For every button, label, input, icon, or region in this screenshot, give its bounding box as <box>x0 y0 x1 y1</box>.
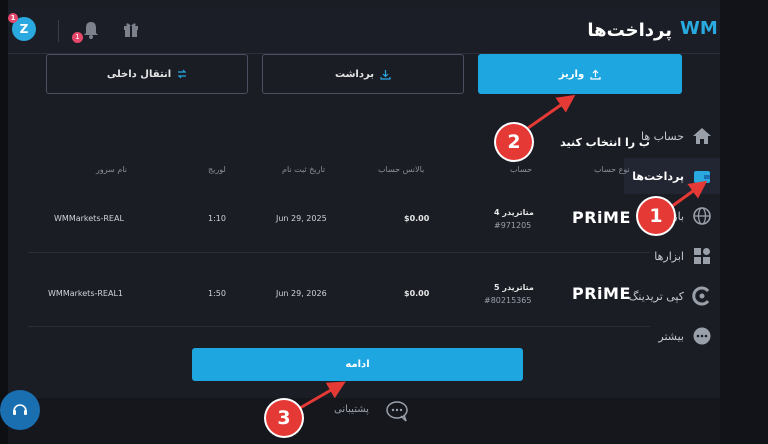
support-chat-icon[interactable] <box>384 400 410 422</box>
deposit-label: واریز <box>558 68 585 80</box>
withdraw-button[interactable]: برداشت <box>262 54 464 94</box>
sidebar-item-payments[interactable]: پرداخت‌ها <box>624 158 720 194</box>
step-marker-1: 1 <box>638 198 674 234</box>
notification-badge: 1 <box>72 32 83 43</box>
page-title: پرداخت‌ها <box>587 20 672 41</box>
wallet-icon <box>694 171 710 183</box>
deposit-button[interactable]: واریز <box>478 54 682 94</box>
brand-prime: PRiME <box>572 284 631 303</box>
account-number: #80215365 <box>484 296 532 305</box>
withdraw-label: برداشت <box>335 68 374 80</box>
sidebar-item-label: کپی تریدینگ <box>628 289 684 303</box>
header-balance: بالانس حساب <box>378 165 425 174</box>
header-account: حساب <box>510 165 533 174</box>
sidebar-item-tools[interactable]: ابزارها <box>610 238 720 274</box>
server-value: WMMarkets-REAL1 <box>48 289 123 298</box>
platform-name: متاتریدر 4 <box>494 208 534 217</box>
bell-icon[interactable] <box>82 20 100 40</box>
account-number: #971205 <box>494 221 532 230</box>
header-account-type: نوع حساب <box>594 165 630 174</box>
sidebar-item-more[interactable]: بیشتر <box>610 318 720 354</box>
right-edge <box>720 0 768 444</box>
copy-trading-icon <box>692 286 710 306</box>
brand-logo[interactable]: WM <box>680 18 718 42</box>
platform-name: متاتریدر 5 <box>494 283 534 292</box>
upload-icon <box>590 69 601 80</box>
brand-prime: PRiME <box>572 208 631 227</box>
leverage-value: 1:10 <box>208 214 226 223</box>
reg-date-value: Jun 29, 2025 <box>276 214 327 223</box>
home-icon <box>693 128 711 144</box>
continue-label: ادامه <box>345 359 370 370</box>
gift-icon[interactable] <box>122 20 140 38</box>
headset-icon <box>13 404 27 415</box>
balance-value: $0.00 <box>404 289 430 298</box>
server-value: WMMarkets-REAL <box>54 214 124 223</box>
transfer-label: انتقال داخلی <box>106 68 172 80</box>
user-avatar[interactable]: Z 1 <box>8 13 36 41</box>
more-icon <box>693 327 711 345</box>
avatar-badge: 1 <box>8 13 18 23</box>
avatar-letter: Z <box>19 22 29 36</box>
download-icon <box>380 69 391 80</box>
live-chat-button[interactable] <box>0 390 40 430</box>
globe-icon <box>693 207 711 225</box>
transfer-button[interactable]: انتقال داخلی <box>46 54 248 94</box>
support-link[interactable]: پشتیبانی <box>334 404 369 415</box>
tools-icon <box>694 248 710 264</box>
sidebar-item-label: ابزارها <box>654 249 684 263</box>
header-server: نام سرور <box>96 165 128 174</box>
header-reg-date: تاریخ ثبت نام <box>282 165 326 174</box>
top-header: WM پرداخت‌ها Z 1 1 <box>8 8 720 54</box>
sidebar-item-label: بیشتر <box>658 329 684 343</box>
leverage-value: 1:50 <box>208 289 226 298</box>
select-account-title: ب را انتخاب کنید <box>560 136 650 149</box>
left-edge <box>0 0 8 444</box>
row-divider <box>28 326 650 327</box>
transfer-icon <box>177 69 187 79</box>
reg-date-value: Jun 29, 2026 <box>276 289 327 298</box>
step-marker-3: 3 <box>266 400 302 436</box>
row-divider <box>28 252 650 253</box>
header-divider <box>58 20 59 42</box>
step-marker-2: 2 <box>496 124 532 160</box>
header-leverage: لوریج <box>208 165 226 174</box>
balance-value: $0.00 <box>404 214 430 223</box>
continue-button[interactable]: ادامه <box>192 348 523 381</box>
sidebar-item-label: پرداخت‌ها <box>632 169 684 183</box>
